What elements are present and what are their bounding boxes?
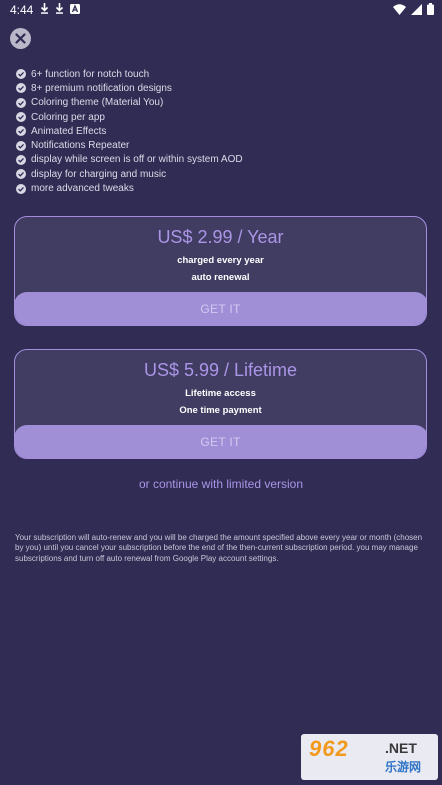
check-circle-icon — [16, 169, 26, 180]
watermark-logo-net: .NET — [385, 740, 417, 756]
feature-item: 8+ premium notification designs — [16, 81, 243, 95]
feature-text: display for charging and music — [31, 168, 167, 180]
status-time: 4:44 — [10, 3, 34, 17]
watermark-logo-number: 962 — [309, 736, 349, 761]
close-button[interactable] — [10, 28, 31, 49]
subscription-disclaimer: Your subscription will auto-renew and yo… — [15, 533, 423, 563]
watermark-logo-sub: 乐游网 — [385, 760, 422, 774]
battery-icon — [427, 3, 434, 15]
feature-text: more advanced tweaks — [31, 183, 134, 195]
plan-detail: One time payment — [179, 405, 262, 416]
get-it-button-lifetime[interactable]: GET IT — [15, 424, 426, 458]
check-circle-icon — [16, 83, 26, 94]
a-notification-icon — [70, 3, 80, 14]
feature-text: Notifications Repeater — [31, 140, 130, 152]
close-icon — [15, 33, 26, 44]
check-circle-icon — [16, 126, 26, 137]
download-icon — [55, 3, 64, 14]
feature-text: Coloring per app — [31, 111, 105, 123]
download-icon — [40, 3, 49, 14]
check-circle-icon — [16, 183, 26, 194]
feature-text: Animated Effects — [31, 125, 107, 137]
plan-price: US$ 2.99 / Year — [157, 227, 284, 247]
feature-item: Coloring per app — [16, 110, 243, 124]
feature-list: 6+ function for notch touch 8+ premium n… — [16, 67, 243, 196]
status-bar: 4:44 — [0, 0, 442, 20]
plan-detail: charged every year — [177, 255, 264, 266]
check-circle-icon — [16, 112, 26, 123]
plan-detail: auto renewal — [191, 272, 250, 283]
feature-text: Coloring theme (Material You) — [31, 97, 164, 109]
plan-detail: Lifetime access — [185, 388, 256, 399]
feature-item: display while screen is off or within sy… — [16, 153, 243, 167]
feature-item: Notifications Repeater — [16, 138, 243, 152]
check-circle-icon — [16, 154, 26, 165]
feature-text: display while screen is off or within sy… — [31, 154, 243, 166]
check-circle-icon — [16, 69, 26, 80]
feature-item: Coloring theme (Material You) — [16, 96, 243, 110]
feature-text: 6+ function for notch touch — [31, 68, 150, 80]
status-notification-icons — [40, 3, 80, 14]
status-system-icons — [393, 3, 434, 15]
check-circle-icon — [16, 97, 26, 108]
check-circle-icon — [16, 140, 26, 151]
get-it-button-year[interactable]: GET IT — [15, 291, 426, 325]
feature-item: Animated Effects — [16, 124, 243, 138]
watermark-logo: 962 .NET 乐游网 — [301, 734, 438, 780]
feature-item: display for charging and music — [16, 167, 243, 181]
wifi-icon — [393, 3, 406, 15]
plan-card-lifetime: US$ 5.99 / Lifetime Lifetime access One … — [14, 349, 427, 459]
signal-icon — [411, 3, 422, 15]
feature-item: 6+ function for notch touch — [16, 67, 243, 81]
feature-text: 8+ premium notification designs — [31, 82, 172, 94]
plan-price: US$ 5.99 / Lifetime — [143, 360, 298, 380]
plan-card-year: US$ 2.99 / Year charged every year auto … — [14, 216, 427, 326]
feature-item: more advanced tweaks — [16, 181, 243, 195]
continue-limited-link[interactable]: or continue with limited version — [0, 477, 442, 491]
